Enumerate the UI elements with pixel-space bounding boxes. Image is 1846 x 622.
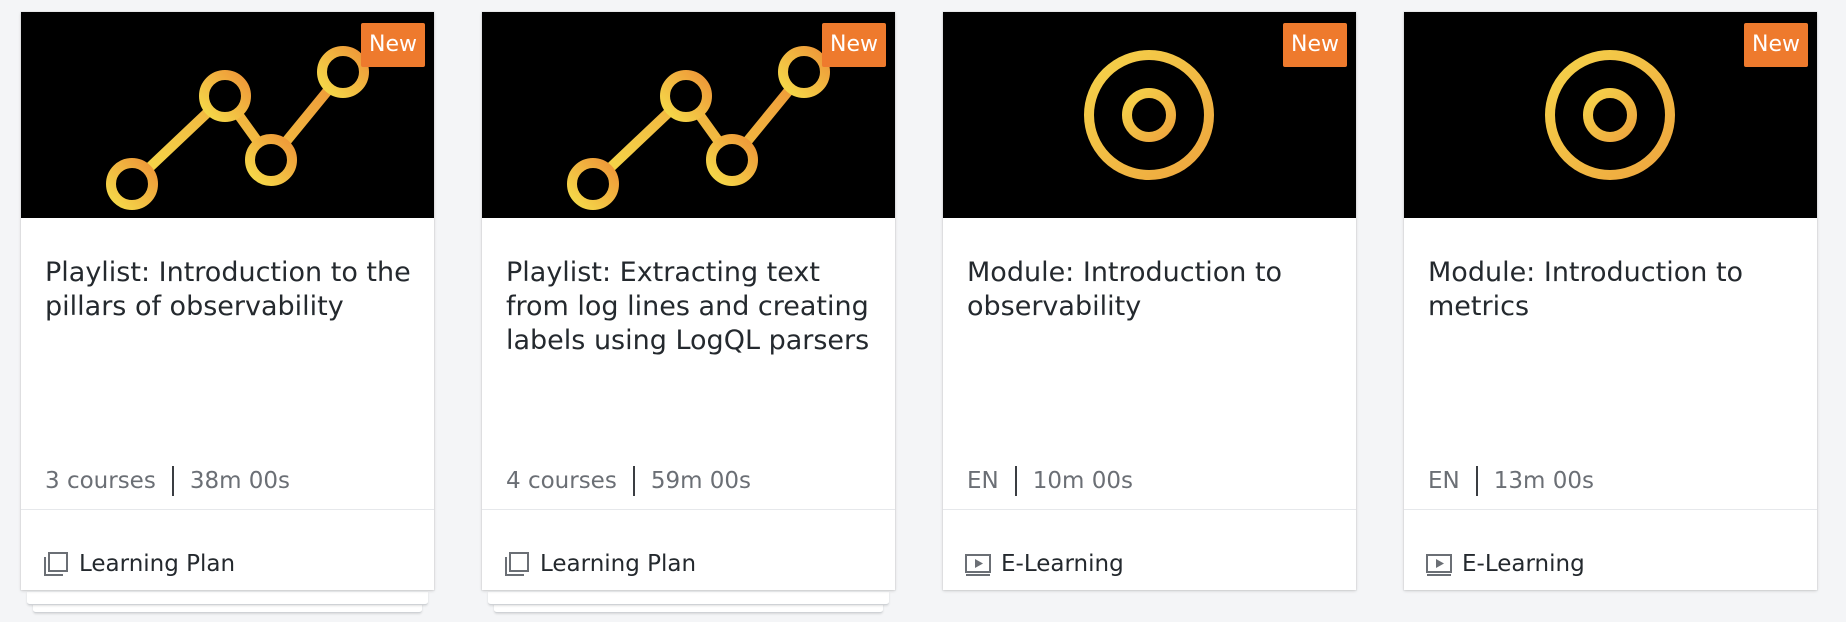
card-meta: EN 13m 00s [1428,466,1594,496]
course-count: 3 courses [45,468,156,494]
card-title: Playlist: Introduction to the pillars of… [45,257,411,322]
meta-separator [1475,466,1478,496]
card-title: Playlist: Extracting text from log lines… [506,257,870,356]
meta-separator [1014,466,1017,496]
card-title: Module: Introduction to observability [967,257,1283,322]
card-type-label: Learning Plan [540,551,697,577]
duration: 38m 00s [189,468,291,494]
new-badge: New [822,23,886,67]
course-card[interactable]: New Playlist: Introduction to the pillar… [21,12,434,590]
course-card[interactable]: New Module: Introduction to metrics EN 1… [1404,12,1817,590]
card-title: Module: Introduction to metrics [1428,257,1744,322]
card-thumbnail: New [21,12,434,218]
duration: 59m 00s [650,468,752,494]
card-meta: 4 courses 59m 00s [506,466,751,496]
card-thumbnail: New [1404,12,1817,218]
card-type-label: E-Learning [1001,551,1124,577]
card-divider [21,509,434,510]
card-type: Learning Plan [502,549,696,579]
stack-shadow-layer [27,592,428,605]
course-count: 4 courses [506,468,617,494]
play-screen-icon [1426,554,1452,576]
new-badge: New [1283,23,1347,67]
duration: 13m 00s [1493,468,1594,494]
card-type: Learning Plan [41,549,235,579]
meta-separator [632,466,635,496]
new-badge: New [1744,23,1808,67]
card-type-label: Learning Plan [79,551,236,577]
card-divider [943,509,1356,510]
card-meta: 3 courses 38m 00s [45,466,290,496]
course-card[interactable]: New Module: Introduction to observabilit… [943,12,1356,590]
card-thumbnail: New [482,12,895,218]
card-type-label: E-Learning [1462,551,1585,577]
stacked-pages-icon [44,552,68,576]
language: EN [1428,468,1460,494]
course-card[interactable]: New Playlist: Extracting text from log l… [482,12,895,590]
duration: 10m 00s [1032,468,1133,494]
stack-shadow-layer [488,592,889,605]
card-type: E-Learning [963,549,1124,579]
card-divider [482,509,895,510]
language: EN [967,468,999,494]
stacked-pages-icon [505,552,529,576]
card-divider [1404,509,1817,510]
card-meta: EN 10m 00s [967,466,1133,496]
play-screen-icon [965,554,991,576]
new-badge: New [361,23,425,67]
card-type: E-Learning [1424,549,1585,579]
meta-separator [171,466,174,496]
card-thumbnail: New [943,12,1356,218]
